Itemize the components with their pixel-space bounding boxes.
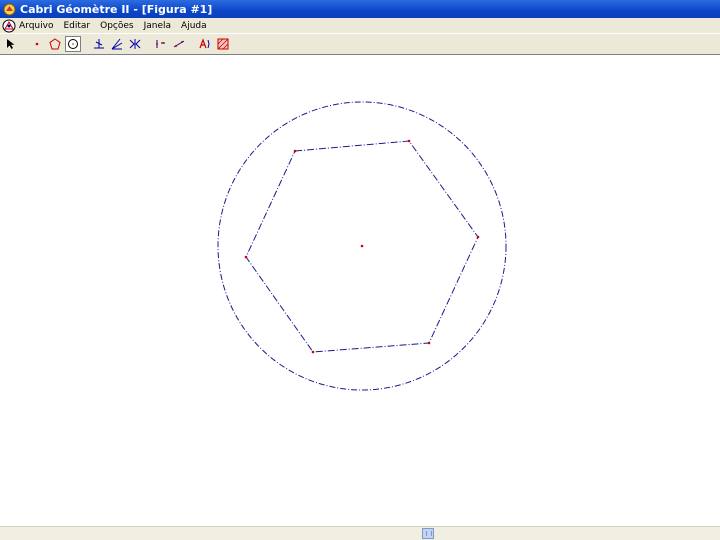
hexagon-vertex[interactable] (311, 350, 315, 354)
pointer-tool-button[interactable] (3, 36, 19, 52)
angle-bisector-icon (111, 38, 123, 50)
drawing-canvas[interactable] (0, 56, 720, 526)
measure-icon (173, 40, 185, 48)
symmetry-tool-button[interactable] (127, 36, 143, 52)
point-tool-button[interactable] (29, 36, 45, 52)
hexagon-vertex[interactable] (407, 139, 411, 143)
menu-ajuda[interactable]: Ajuda (181, 21, 207, 31)
title-bar: Cabri Géomètre II - [Figura #1] (0, 0, 720, 18)
grip-icon (426, 531, 432, 536)
hexagon-vertex[interactable] (427, 341, 431, 345)
window-title: Cabri Géomètre II - [Figura #1] (20, 2, 213, 16)
fill-tool-button[interactable] (215, 36, 231, 52)
hexagon-vertex[interactable] (293, 149, 297, 153)
center-point[interactable] (360, 244, 364, 248)
measure-tool-button[interactable] (171, 36, 187, 52)
hexagon-vertex[interactable] (244, 255, 248, 259)
menu-arquivo[interactable]: Arquivo (19, 21, 53, 31)
menu-opcoes[interactable]: Opções (100, 21, 133, 31)
symmetry-icon (129, 39, 141, 49)
polygon-icon (49, 38, 61, 50)
toolbar (0, 33, 720, 55)
point-icon (35, 42, 39, 46)
horizontal-scrollbar[interactable] (0, 526, 720, 540)
pointer-icon (7, 39, 15, 49)
locus-tool-button[interactable] (153, 36, 169, 52)
perpendicular-tool-button[interactable] (91, 36, 107, 52)
polygon-tool-button[interactable] (47, 36, 63, 52)
fill-icon (217, 38, 229, 50)
cabri-app-icon (3, 3, 16, 15)
locus-icon (156, 40, 165, 48)
circle-icon (68, 39, 78, 49)
perpendicular-icon (94, 39, 104, 49)
label-icon (199, 38, 210, 49)
scrollbar-thumb[interactable] (422, 528, 434, 539)
circle-tool-button[interactable] (65, 36, 81, 52)
document-menu-icon[interactable] (2, 19, 16, 33)
angle-bisector-tool-button[interactable] (109, 36, 125, 52)
menu-bar: Arquivo Editar Opções Janela Ajuda (0, 18, 720, 33)
menu-janela[interactable]: Janela (144, 21, 171, 31)
hexagon-vertex[interactable] (476, 235, 480, 239)
geometry-figure (217, 101, 507, 391)
menu-editar[interactable]: Editar (63, 21, 90, 31)
label-tool-button[interactable] (197, 36, 213, 52)
